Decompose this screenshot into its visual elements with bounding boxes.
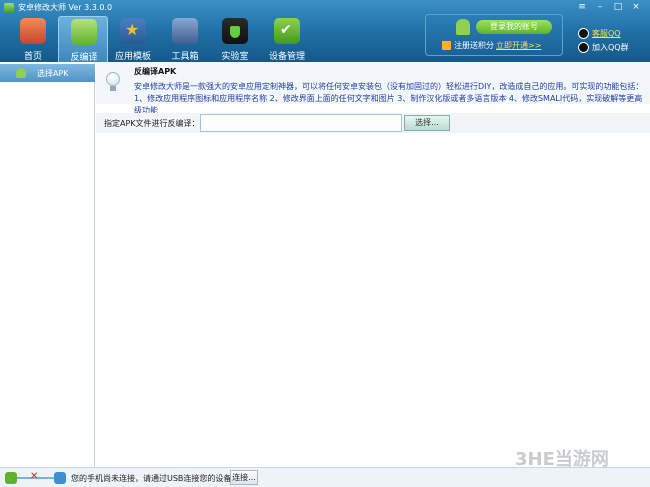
qq-group-icon: [578, 42, 589, 53]
maximize-icon[interactable]: □: [612, 2, 624, 13]
tab-lab[interactable]: 实验室: [210, 16, 260, 62]
tab-device-management[interactable]: ✔ 设备管理: [262, 16, 312, 62]
login-button[interactable]: 登录我的账号: [476, 20, 552, 34]
apk-file-input[interactable]: [200, 114, 402, 132]
tab-label: 应用模板: [114, 52, 151, 62]
connection-status-text: 您的手机尚未连接，请通过USB连接您的设备...: [71, 474, 240, 483]
tab-label: 工具箱: [171, 52, 199, 62]
qq-penguin-icon: [578, 28, 589, 39]
phone-icon: [5, 472, 17, 484]
android-robot-icon: [456, 19, 470, 35]
tab-decompile[interactable]: 反编译: [58, 16, 108, 63]
main-content: 反编译APK 安卓修改大师是一款强大的安卓应用定制神器，可以将任何安卓安装包（没…: [96, 62, 650, 467]
close-icon[interactable]: ×: [630, 2, 642, 13]
disconnected-icon: ✕: [30, 471, 39, 482]
watermark: 3HE当游网: [515, 449, 609, 470]
app-header: 安卓修改大师 Ver 3.3.0.0 ≡ – □ × 首页 反编译 ★ 应用模板…: [0, 0, 650, 63]
main-toolbar: 首页 反编译 ★ 应用模板 工具箱 实验室 ✔ 设备管理: [0, 14, 320, 63]
sidebar-item-select-apk[interactable]: 选择APK: [0, 64, 95, 82]
tab-toolbox[interactable]: 工具箱: [160, 16, 210, 62]
android-icon: [16, 68, 26, 78]
tab-app-templates[interactable]: ★ 应用模板: [108, 16, 158, 62]
tab-label: 设备管理: [268, 52, 305, 62]
sidebar: 选择APK: [0, 62, 95, 467]
register-points-text: 注册送积分: [454, 41, 494, 50]
qq-support-label: 客服QQ: [592, 29, 621, 38]
flask-icon: [222, 18, 248, 44]
lightbulb-icon: [106, 72, 120, 92]
app-logo-icon: [4, 3, 14, 13]
tab-label: 实验室: [221, 52, 249, 62]
android-icon: [71, 19, 97, 45]
computer-icon: [54, 472, 66, 484]
tab-label: 首页: [23, 52, 42, 62]
home-icon: [20, 18, 46, 44]
minimize-icon[interactable]: –: [594, 2, 606, 13]
qq-group-label: 加入QQ群: [592, 43, 629, 52]
connect-button[interactable]: 连接...: [230, 470, 258, 485]
page-title: 反编译APK: [134, 67, 177, 76]
star-icon: ★: [120, 18, 146, 44]
toolbox-icon: [172, 18, 198, 44]
device-check-icon: ✔: [274, 18, 300, 44]
page-description: 安卓修改大师是一款强大的安卓应用定制神器，可以将任何安卓安装包（没有加固过的）轻…: [134, 82, 644, 115]
app-title: 安卓修改大师 Ver 3.3.0.0: [18, 3, 113, 12]
apk-file-label: 指定APK文件进行反编译：: [104, 119, 200, 128]
sidebar-item-label: 选择APK: [37, 69, 69, 78]
browse-button[interactable]: 选择...: [404, 115, 450, 131]
apk-select-row: 指定APK文件进行反编译： 选择...: [96, 113, 650, 133]
menu-icon[interactable]: ≡: [576, 2, 588, 13]
gift-icon: [442, 41, 451, 50]
tab-home[interactable]: 首页: [8, 16, 58, 62]
account-panel: 登录我的账号 注册送积分 立即开通>>: [425, 14, 563, 56]
open-now-link[interactable]: 立即开通>>: [496, 40, 541, 51]
info-panel: 反编译APK 安卓修改大师是一款强大的安卓应用定制神器，可以将任何安卓安装包（没…: [96, 62, 650, 115]
